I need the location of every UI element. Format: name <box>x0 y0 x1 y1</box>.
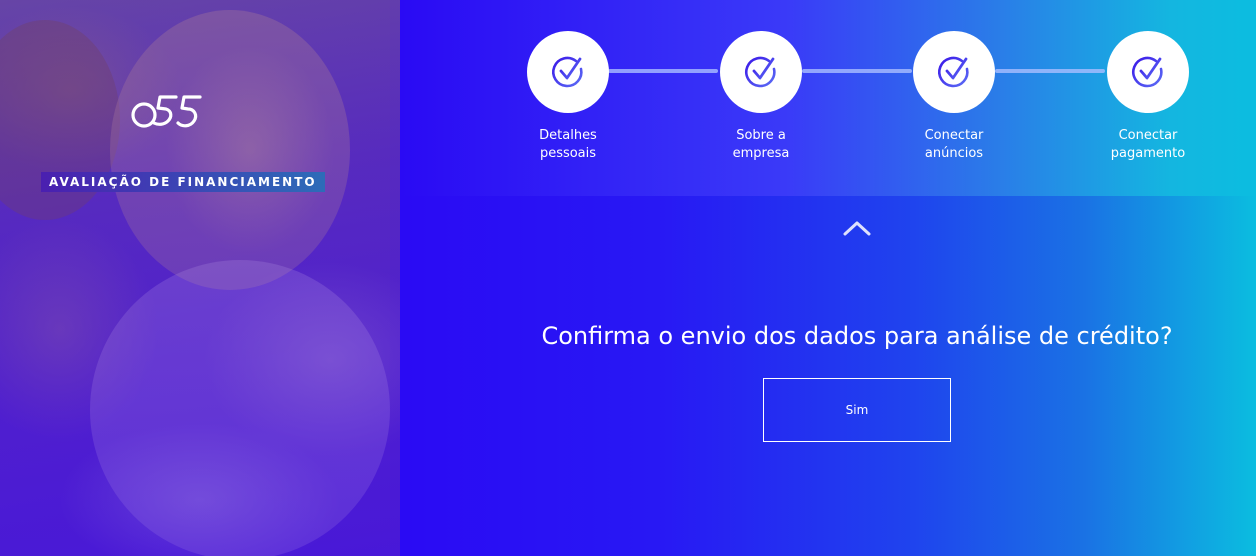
main-panel: Detalhes pessoais Sobre a empresa Conect… <box>400 0 1256 556</box>
step-label: Conectar pagamento <box>1110 128 1186 161</box>
step-about-company: Sobre a empresa <box>711 31 811 163</box>
check-icon <box>938 56 969 88</box>
confirm-question: Confirma o envio dos dados para análise … <box>541 322 1173 350</box>
step-label: Conectar anúncios <box>924 128 984 161</box>
step-connector <box>608 69 718 73</box>
check-icon <box>1132 56 1163 88</box>
hero-photo-figure <box>110 10 350 290</box>
step-connector <box>802 69 912 73</box>
chevron-up-icon <box>843 221 871 236</box>
step-personal-details: Detalhes pessoais <box>518 31 618 163</box>
brand-logo <box>131 95 202 128</box>
step-connect-payment: Conectar pagamento <box>1098 31 1198 163</box>
hero-panel: AVALIAÇÃO DE FINANCIAMENTO <box>0 0 400 556</box>
step-connect-ads: Conectar anúncios <box>904 31 1004 163</box>
check-icon <box>552 56 583 88</box>
step-connector <box>995 69 1105 73</box>
step-status-circle <box>527 31 609 113</box>
progress-stepper: Detalhes pessoais Sobre a empresa Conect… <box>400 0 1256 196</box>
collapse-stepper-button[interactable] <box>840 216 874 240</box>
step-status-circle <box>720 31 802 113</box>
hero-photo-figure <box>90 260 390 556</box>
step-status-circle <box>913 31 995 113</box>
yes-button[interactable]: Sim <box>763 378 951 442</box>
step-status-circle <box>1107 31 1189 113</box>
check-icon <box>745 56 776 88</box>
step-label: Sobre a empresa <box>732 128 790 161</box>
step-label: Detalhes pessoais <box>539 128 597 161</box>
financing-evaluation-badge: AVALIAÇÃO DE FINANCIAMENTO <box>41 172 325 192</box>
